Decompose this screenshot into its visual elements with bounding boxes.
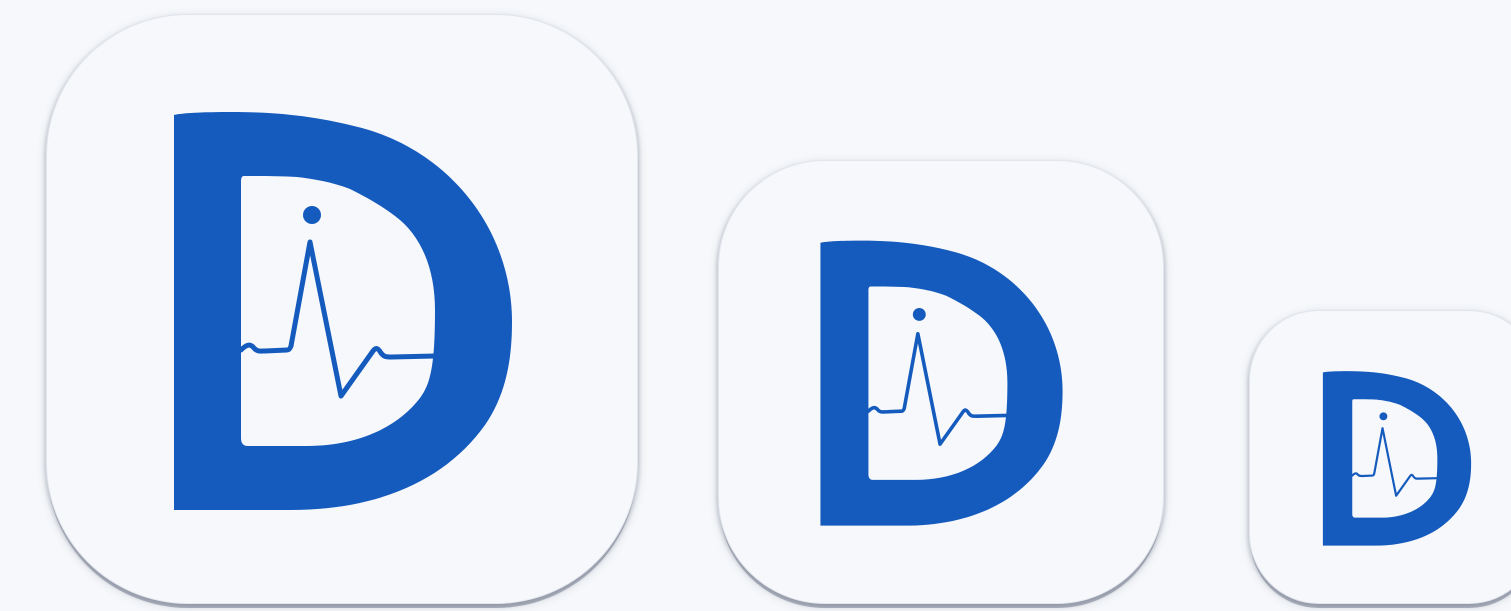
app-icon-medium[interactable] [718,160,1164,604]
letter-d-heartbeat-logo [1322,370,1472,546]
app-icon-large[interactable] [46,14,638,604]
letter-d-heartbeat-logo [819,239,1064,526]
app-icon-small[interactable] [1249,310,1511,604]
letter-d-heartbeat-logo [172,110,514,510]
